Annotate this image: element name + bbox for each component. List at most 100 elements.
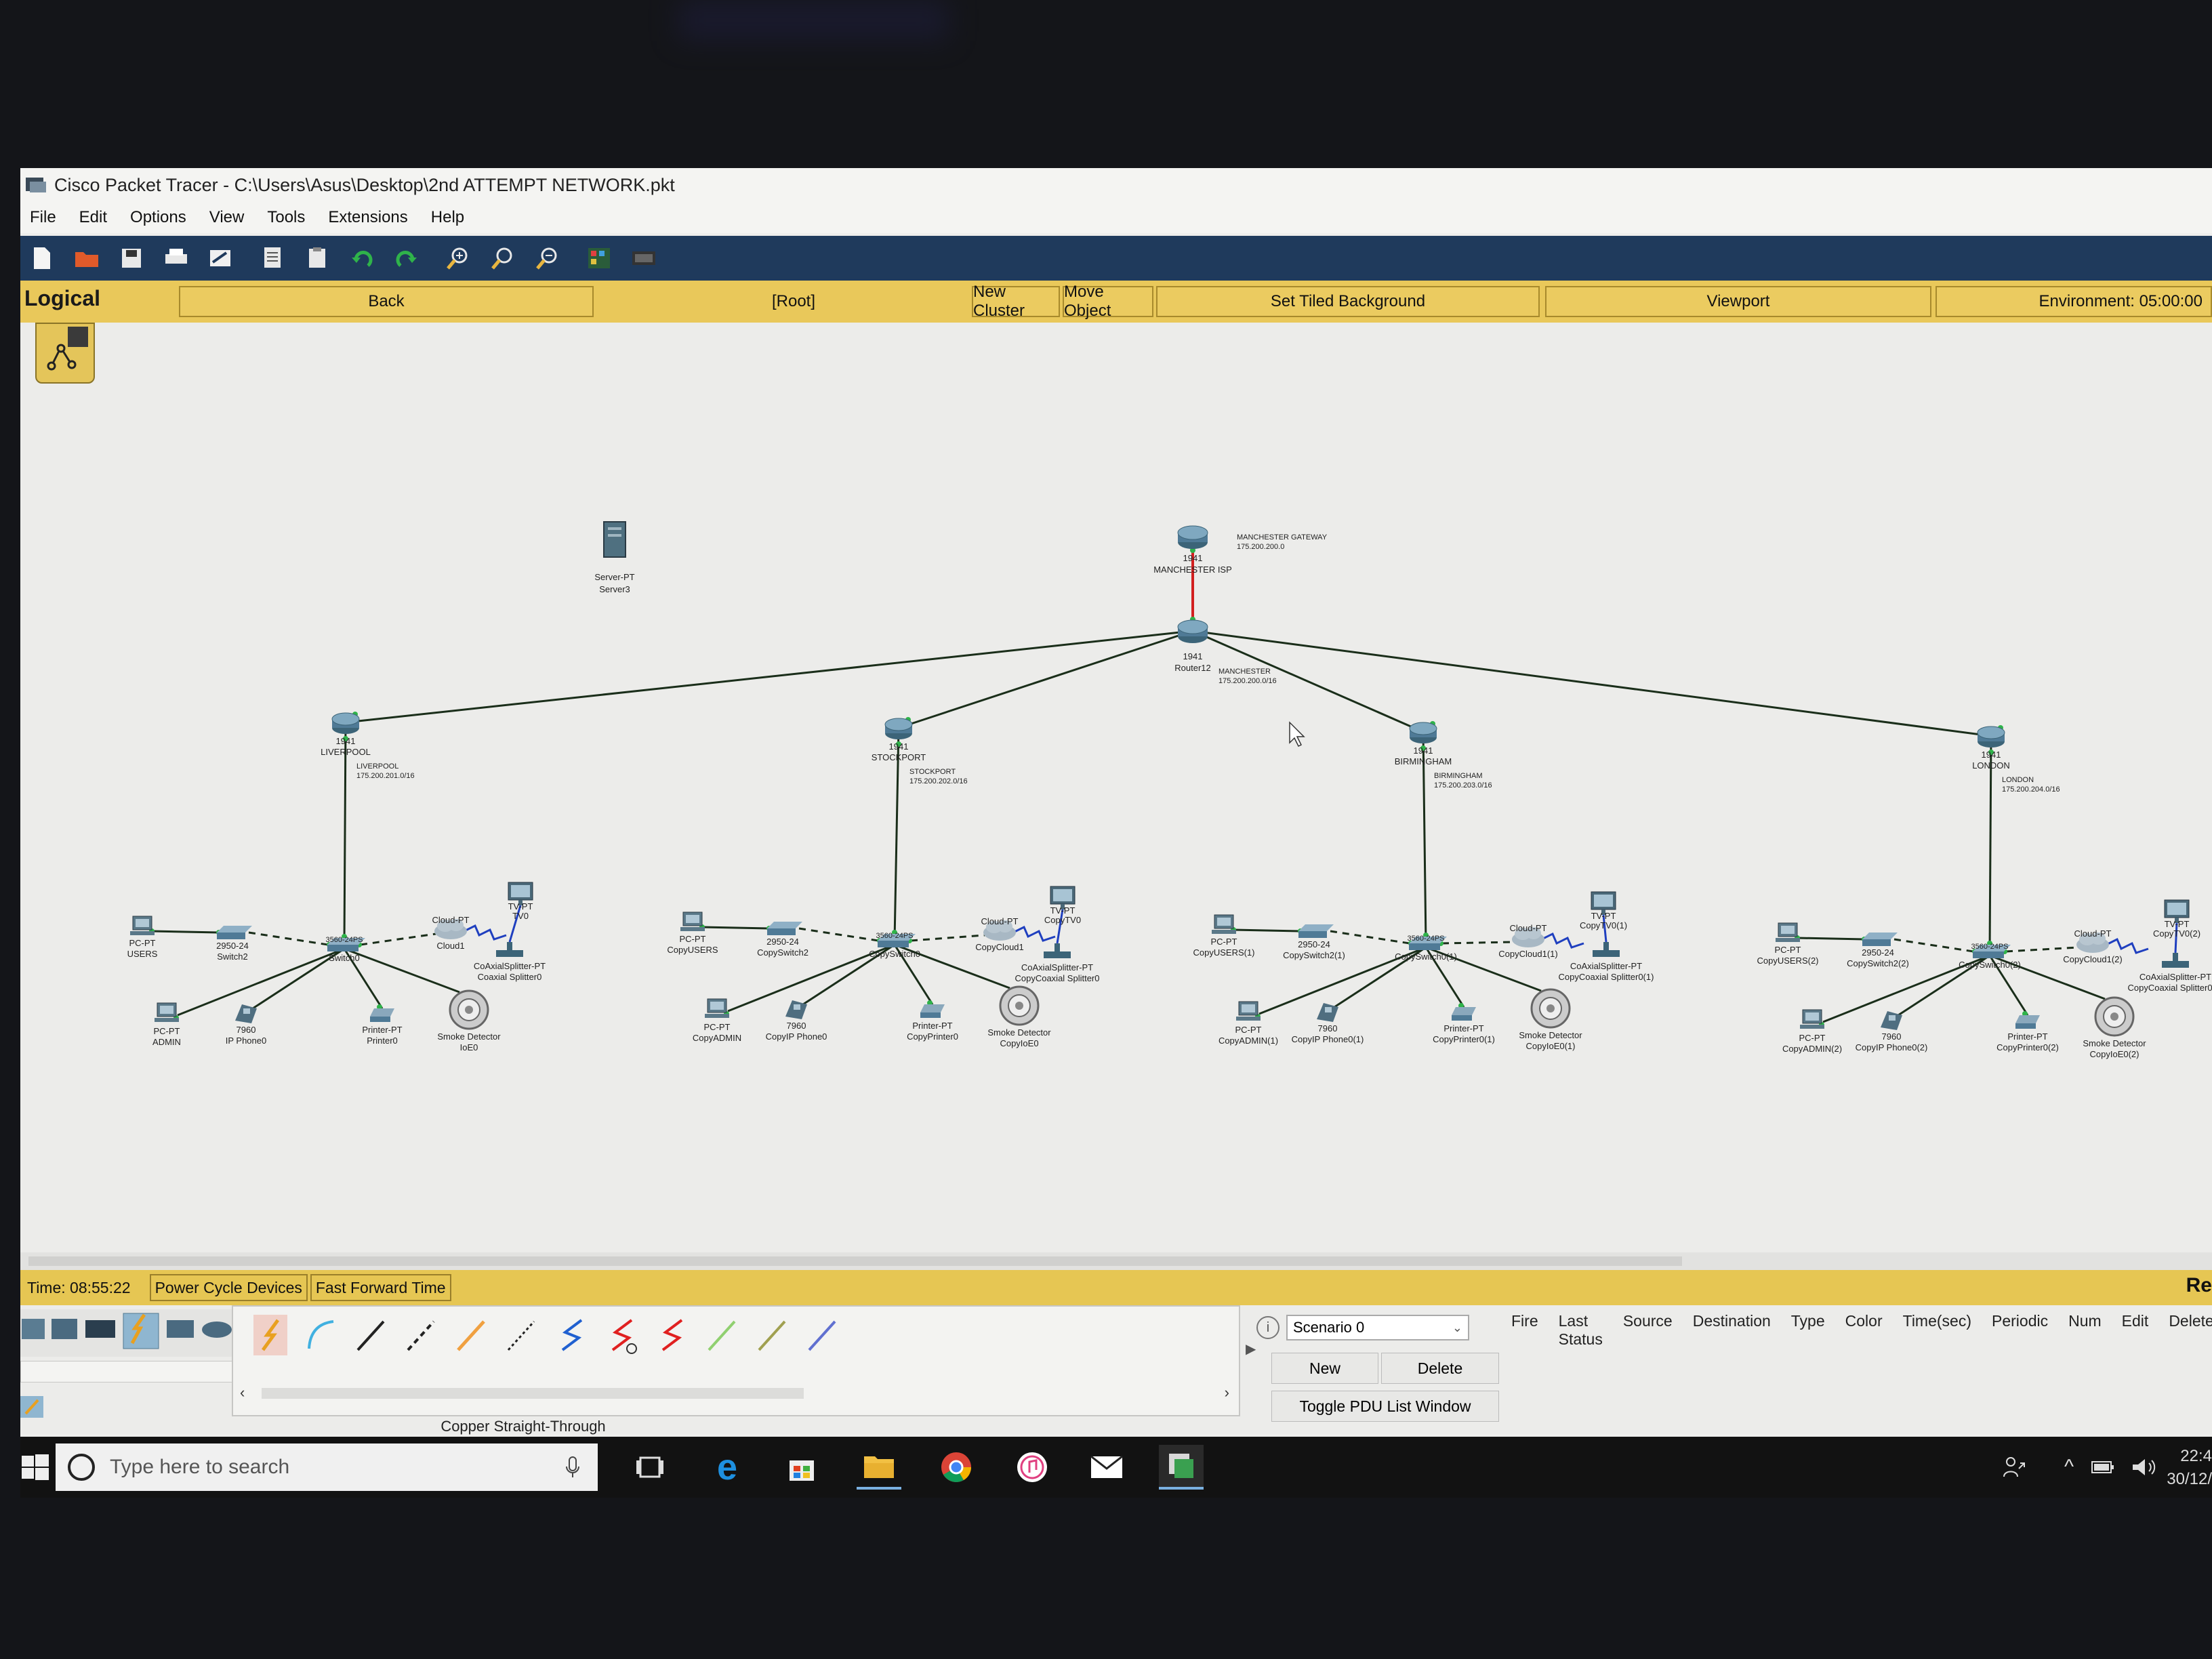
printer[interactable] xyxy=(1452,1007,1476,1021)
scroll-left-icon[interactable]: ‹ xyxy=(240,1384,245,1401)
connections-category-icon[interactable] xyxy=(123,1313,159,1349)
volume-icon[interactable] xyxy=(2121,1445,2166,1490)
branch-router[interactable] xyxy=(1409,722,1437,743)
server-device[interactable] xyxy=(603,521,626,558)
pdu-col-time[interactable]: Time(sec) xyxy=(1903,1312,1971,1349)
pdu-col-source[interactable]: Source xyxy=(1623,1312,1673,1349)
menu-view[interactable]: View xyxy=(209,208,245,227)
admin-pc[interactable] xyxy=(705,998,729,1018)
workspace-horizontal-scrollbar[interactable] xyxy=(20,1252,2212,1270)
new-scenario-button[interactable]: New xyxy=(1271,1353,1378,1384)
coaxial-cable-icon[interactable] xyxy=(554,1315,588,1355)
fast-forward-time-button[interactable]: Fast Forward Time xyxy=(310,1274,451,1301)
delete-scenario-button[interactable]: Delete xyxy=(1381,1353,1499,1384)
file-explorer-icon[interactable] xyxy=(857,1445,901,1490)
activity-wizard-button[interactable] xyxy=(206,243,236,273)
move-object-button[interactable]: Move Object xyxy=(1063,283,1153,320)
branch-router[interactable] xyxy=(1977,726,2005,747)
chrome-icon[interactable] xyxy=(934,1445,979,1490)
cable-list-scrollbar[interactable]: ‹ › xyxy=(240,1384,1229,1403)
pdu-col-type[interactable]: Type xyxy=(1791,1312,1825,1349)
packet-tracer-taskbar-icon[interactable] xyxy=(1159,1445,1204,1490)
smoke-detector[interactable] xyxy=(999,985,1040,1026)
branch-router[interactable] xyxy=(331,712,360,734)
zoom-in-button[interactable] xyxy=(443,243,473,273)
coaxial-splitter[interactable] xyxy=(496,942,523,957)
menu-extensions[interactable]: Extensions xyxy=(328,208,407,227)
isp-router[interactable] xyxy=(1177,525,1208,549)
branch-router[interactable] xyxy=(884,718,913,739)
viewport-button[interactable]: Viewport xyxy=(1545,286,1931,317)
edge-browser-icon[interactable]: e xyxy=(705,1445,750,1490)
usb-cable-icon[interactable] xyxy=(805,1315,839,1355)
smoke-detector[interactable] xyxy=(1530,988,1571,1029)
serial-dte-icon[interactable] xyxy=(655,1315,689,1355)
pdu-col-last-status[interactable]: Last Status xyxy=(1559,1312,1603,1349)
toggle-pdu-list-button[interactable]: Toggle PDU List Window xyxy=(1271,1391,1499,1422)
task-view-icon[interactable] xyxy=(628,1445,672,1490)
print-button[interactable] xyxy=(161,243,191,273)
smoke-detector[interactable] xyxy=(2094,996,2135,1037)
undo-button[interactable] xyxy=(347,243,377,273)
menu-file[interactable]: File xyxy=(30,208,56,227)
power-cycle-devices-button[interactable]: Power Cycle Devices xyxy=(149,1274,308,1301)
set-tiled-background-button[interactable]: Set Tiled Background xyxy=(1156,286,1540,317)
realtime-mode-label[interactable]: Re xyxy=(2186,1274,2212,1297)
smoke-detector[interactable] xyxy=(449,989,489,1030)
redo-button[interactable] xyxy=(392,243,422,273)
pdu-col-num[interactable]: Num xyxy=(2068,1312,2102,1349)
windows-start-icon[interactable] xyxy=(20,1453,50,1483)
menu-help[interactable]: Help xyxy=(431,208,464,227)
admin-pc[interactable] xyxy=(1800,1009,1824,1029)
pdu-col-fire[interactable]: Fire xyxy=(1511,1312,1538,1349)
users-pc[interactable] xyxy=(680,912,705,931)
users-pc[interactable] xyxy=(1776,922,1800,942)
scenario-select[interactable]: Scenario 0 ⌄ xyxy=(1286,1315,1469,1340)
branch-access-switch[interactable] xyxy=(767,922,802,935)
copper-straight-through-icon[interactable] xyxy=(354,1315,388,1355)
menu-tools[interactable]: Tools xyxy=(267,208,305,227)
core-router[interactable] xyxy=(1177,619,1208,643)
printer[interactable] xyxy=(2015,1015,2040,1029)
store-icon[interactable] xyxy=(779,1445,824,1490)
branch-access-switch[interactable] xyxy=(217,926,252,939)
zoom-out-button[interactable] xyxy=(533,243,562,273)
pdu-col-periodic[interactable]: Periodic xyxy=(1992,1312,2048,1349)
mail-icon[interactable] xyxy=(1084,1445,1129,1490)
menu-options[interactable]: Options xyxy=(130,208,186,227)
battery-icon[interactable] xyxy=(2081,1445,2125,1490)
users-pc[interactable] xyxy=(130,916,155,935)
coaxial-splitter[interactable] xyxy=(2162,953,2189,968)
environment-time[interactable]: Environment: 05:00:00 xyxy=(1936,286,2212,317)
logical-workspace[interactable]: Server-PT Server3 1941 MANCHESTER ISP MA… xyxy=(20,323,2212,1270)
new-file-button[interactable] xyxy=(27,243,57,273)
save-button[interactable] xyxy=(117,243,146,273)
fiber-icon[interactable] xyxy=(454,1315,488,1355)
pdu-col-destination[interactable]: Destination xyxy=(1693,1312,1771,1349)
phone-cable-icon[interactable] xyxy=(504,1315,538,1355)
automatic-cable-icon[interactable] xyxy=(253,1315,287,1355)
network-devices-category-icon[interactable] xyxy=(22,1319,45,1339)
coaxial-splitter[interactable] xyxy=(1044,943,1071,958)
cable-scroll-thumb[interactable] xyxy=(262,1388,804,1399)
workspace-scroll-thumb[interactable] xyxy=(28,1256,1682,1266)
menu-edit[interactable]: Edit xyxy=(79,208,107,227)
users-pc[interactable] xyxy=(1212,914,1236,934)
multiuser-category-icon[interactable] xyxy=(202,1322,232,1338)
connection-subtype-icon[interactable] xyxy=(20,1393,47,1420)
end-devices-category-icon[interactable] xyxy=(52,1319,77,1339)
iot-custom-cable-icon[interactable] xyxy=(755,1315,789,1355)
itunes-icon[interactable] xyxy=(1010,1445,1054,1490)
printer[interactable] xyxy=(920,1004,945,1018)
copy-button[interactable] xyxy=(258,243,287,273)
zoom-reset-button[interactable] xyxy=(488,243,518,273)
people-icon[interactable] xyxy=(1992,1445,2037,1490)
pdu-col-delete[interactable]: Delete xyxy=(2169,1312,2212,1349)
new-cluster-button[interactable]: New Cluster xyxy=(972,283,1060,320)
branch-access-switch[interactable] xyxy=(1862,933,1898,946)
back-button[interactable]: Back xyxy=(179,286,594,317)
info-icon[interactable]: i xyxy=(1256,1316,1279,1339)
printer[interactable] xyxy=(370,1008,394,1022)
misc-category-icon[interactable] xyxy=(167,1320,194,1338)
branch-access-switch[interactable] xyxy=(1298,924,1334,938)
